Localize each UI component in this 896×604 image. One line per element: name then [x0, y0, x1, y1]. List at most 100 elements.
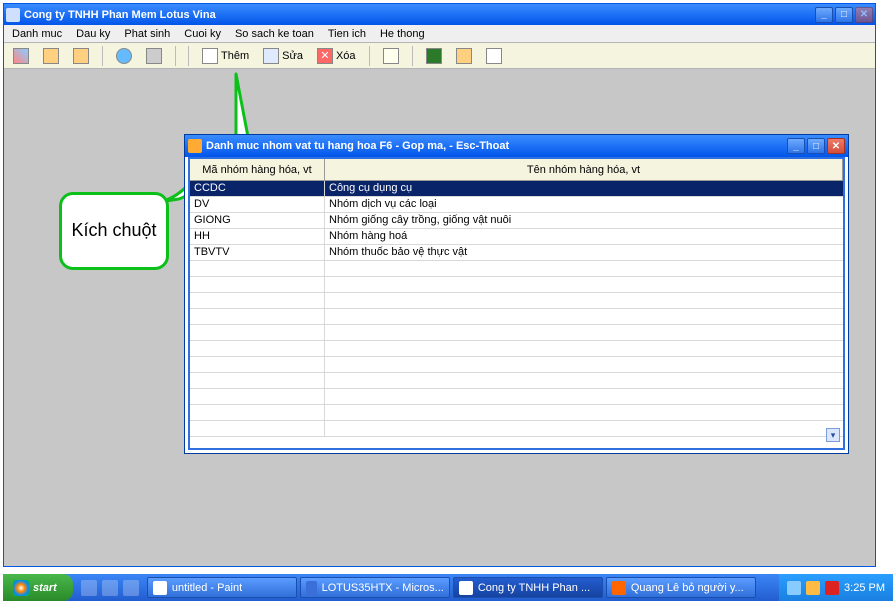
tool-note[interactable] — [378, 45, 404, 67]
task-label: LOTUS35HTX - Micros... — [322, 582, 444, 594]
tray-av-icon[interactable] — [825, 581, 839, 595]
misc-icon — [486, 48, 502, 64]
paint-icon — [153, 581, 167, 595]
xoa-label: Xóa — [336, 50, 356, 62]
tool-last[interactable] — [481, 45, 507, 67]
table-row[interactable]: HH Nhóm hàng hoá — [190, 229, 843, 245]
menu-he-thong[interactable]: He thong — [376, 27, 429, 41]
taskbar: start untitled - Paint LOTUS35HTX - Micr… — [3, 574, 893, 601]
task-label: untitled - Paint — [172, 582, 242, 594]
new-icon — [202, 48, 218, 64]
tool-print[interactable] — [141, 45, 167, 67]
users1-icon — [43, 48, 59, 64]
windows-logo-icon — [13, 580, 29, 596]
tool-people[interactable] — [451, 45, 477, 67]
tool-help[interactable] — [111, 45, 137, 67]
tool-2[interactable] — [38, 45, 64, 67]
separator — [412, 46, 413, 66]
excel-icon — [426, 48, 442, 64]
sua-label: Sửa — [282, 50, 303, 62]
col-ten-nhom[interactable]: Tên nhóm hàng hóa, vt — [325, 159, 843, 180]
table-row[interactable] — [190, 277, 843, 293]
cell-name: Nhóm hàng hoá — [325, 229, 843, 244]
tool-excel[interactable] — [421, 45, 447, 67]
cell-name: Nhóm dịch vụ các loại — [325, 197, 843, 212]
table-row[interactable]: CCDC Công cụ dụng cụ — [190, 181, 843, 197]
people-icon — [456, 48, 472, 64]
quick-launch — [73, 580, 147, 596]
menu-cuoi-ky[interactable]: Cuoi ky — [180, 27, 225, 41]
tool-1[interactable] — [8, 45, 34, 67]
maximize-button[interactable]: □ — [835, 7, 853, 23]
cell-code: TBVTV — [190, 245, 325, 260]
col-ma-nhom[interactable]: Mã nhóm hàng hóa, vt — [190, 159, 325, 180]
clock[interactable]: 3:25 PM — [844, 582, 885, 594]
menu-so-sach[interactable]: So sach ke toan — [231, 27, 318, 41]
ql-icon[interactable] — [102, 580, 118, 596]
them-label: Thêm — [221, 50, 249, 62]
dialog-title: Danh muc nhom vat tu hang hoa F6 - Gop m… — [206, 140, 787, 152]
delete-icon: ✕ — [317, 48, 333, 64]
ql-icon[interactable] — [123, 580, 139, 596]
ql-icon[interactable] — [81, 580, 97, 596]
dialog-maximize-button[interactable]: □ — [807, 138, 825, 154]
minimize-button[interactable]: _ — [815, 7, 833, 23]
users2-icon — [73, 48, 89, 64]
note-icon — [383, 48, 399, 64]
task-paint[interactable]: untitled - Paint — [147, 577, 297, 598]
table-row[interactable] — [190, 309, 843, 325]
table-row[interactable] — [190, 341, 843, 357]
tray-icon[interactable] — [806, 581, 820, 595]
task-label: Cong ty TNHH Phan ... — [478, 582, 590, 594]
task-word[interactable]: LOTUS35HTX - Micros... — [300, 577, 450, 598]
cell-code: DV — [190, 197, 325, 212]
start-label: start — [33, 582, 57, 594]
app-icon — [6, 8, 20, 22]
table-row[interactable]: TBVTV Nhóm thuốc bảo vệ thực vật — [190, 245, 843, 261]
grid-header: Mã nhóm hàng hóa, vt Tên nhóm hàng hóa, … — [190, 159, 843, 181]
xoa-button[interactable]: ✕Xóa — [312, 45, 361, 67]
dialog-icon — [188, 139, 202, 153]
cell-name: Nhóm giống cây trồng, giống vật nuôi — [325, 213, 843, 228]
cell-code: GIONG — [190, 213, 325, 228]
table-row[interactable] — [190, 405, 843, 421]
dialog-close-button[interactable]: ✕ — [827, 138, 845, 154]
menu-tien-ich[interactable]: Tien ich — [324, 27, 370, 41]
menu-phat-sinh[interactable]: Phat sinh — [120, 27, 174, 41]
dialog-titlebar[interactable]: Danh muc nhom vat tu hang hoa F6 - Gop m… — [185, 135, 848, 157]
grid-body[interactable]: CCDC Công cụ dụng cụ DV Nhóm dịch vụ các… — [190, 181, 843, 448]
table-row[interactable] — [190, 357, 843, 373]
separator — [175, 46, 176, 66]
start-button[interactable]: start — [3, 574, 73, 601]
table-row[interactable] — [190, 325, 843, 341]
tool-3[interactable] — [68, 45, 94, 67]
task-firefox[interactable]: Quang Lê bỏ người y... — [606, 577, 756, 598]
cell-name: Công cụ dụng cụ — [325, 181, 843, 196]
table-row[interactable] — [190, 389, 843, 405]
them-button[interactable]: Thêm — [197, 45, 254, 67]
separator — [102, 46, 103, 66]
system-tray: 3:25 PM — [779, 574, 893, 601]
cell-name: Nhóm thuốc bảo vệ thực vật — [325, 245, 843, 260]
dialog-minimize-button[interactable]: _ — [787, 138, 805, 154]
close-button[interactable]: ✕ — [855, 7, 873, 23]
menu-danh-muc[interactable]: Danh muc — [8, 27, 66, 41]
scroll-down-icon[interactable]: ▾ — [826, 428, 840, 442]
cell-code: CCDC — [190, 181, 325, 196]
edit-icon — [263, 48, 279, 64]
grid-icon — [13, 48, 29, 64]
main-titlebar[interactable]: Cong ty TNHH Phan Mem Lotus Vina _ □ ✕ — [4, 4, 875, 25]
table-row[interactable] — [190, 421, 843, 437]
menu-dau-ky[interactable]: Dau ky — [72, 27, 114, 41]
table-row[interactable]: DV Nhóm dịch vụ các loại — [190, 197, 843, 213]
table-row[interactable] — [190, 261, 843, 277]
callout-text: Kích chuột — [71, 221, 156, 241]
table-row[interactable] — [190, 373, 843, 389]
table-row[interactable]: GIONG Nhóm giống cây trồng, giống vật nu… — [190, 213, 843, 229]
tray-icon[interactable] — [787, 581, 801, 595]
separator — [188, 46, 189, 66]
sua-button[interactable]: Sửa — [258, 45, 308, 67]
task-lotus[interactable]: Cong ty TNHH Phan ... — [453, 577, 603, 598]
table-row[interactable] — [190, 293, 843, 309]
cell-code: HH — [190, 229, 325, 244]
